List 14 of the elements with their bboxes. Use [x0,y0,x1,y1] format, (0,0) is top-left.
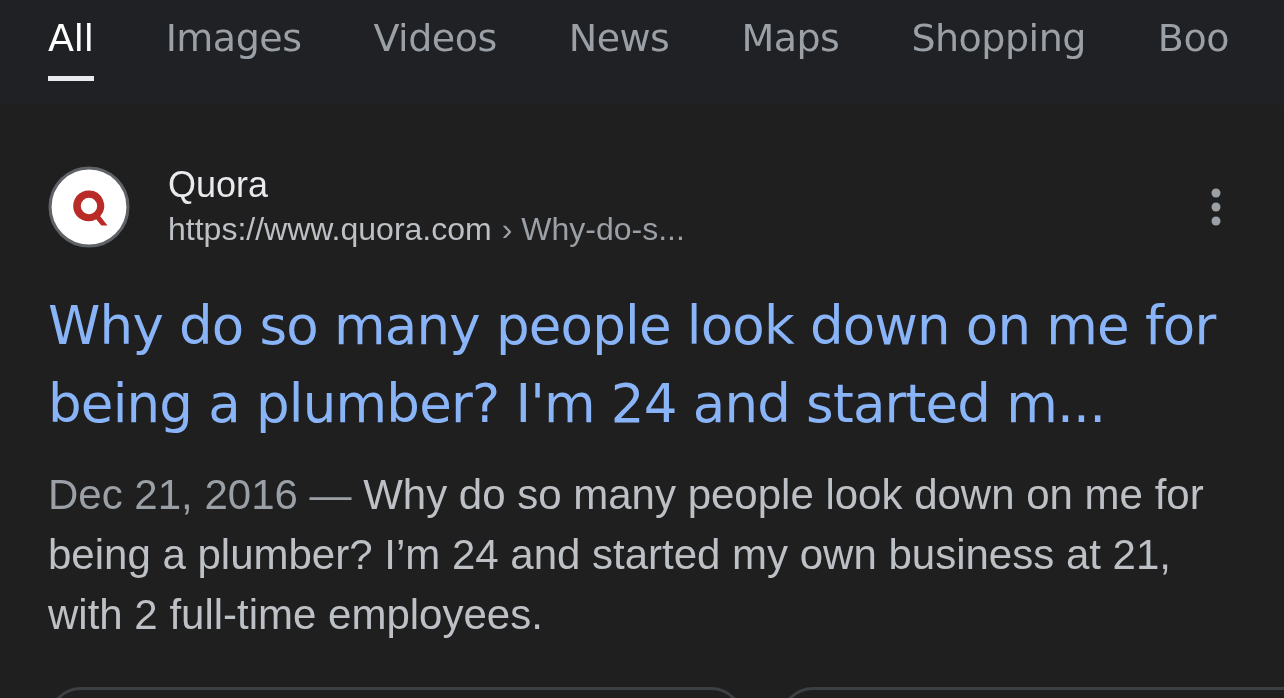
tab[interactable]: Images [165,0,302,81]
site-url: https://www.quora.com [168,211,492,247]
tab[interactable]: Shopping [911,0,1086,81]
url-path: › Why-do-s... [501,211,685,247]
result-title-link[interactable]: Why do so many people look down on me for being a plumber? I'm 24 and started m... [48,287,1248,443]
tab[interactable]: Maps [741,0,840,81]
site-name: Quora [168,163,270,207]
more-options-icon[interactable] [1210,187,1222,227]
tab[interactable]: Boo [1157,0,1229,81]
tab[interactable]: Videos [373,0,497,81]
tab[interactable]: All [48,0,94,81]
tab[interactable]: News [568,0,670,81]
result-snippet: Dec 21, 2016 — Why do so many people look down on me for being a plumber? I’m 24 and started my own business at 21, with 2 full-time employees. [48,470,1205,640]
site-logo-icon[interactable] [48,166,130,248]
